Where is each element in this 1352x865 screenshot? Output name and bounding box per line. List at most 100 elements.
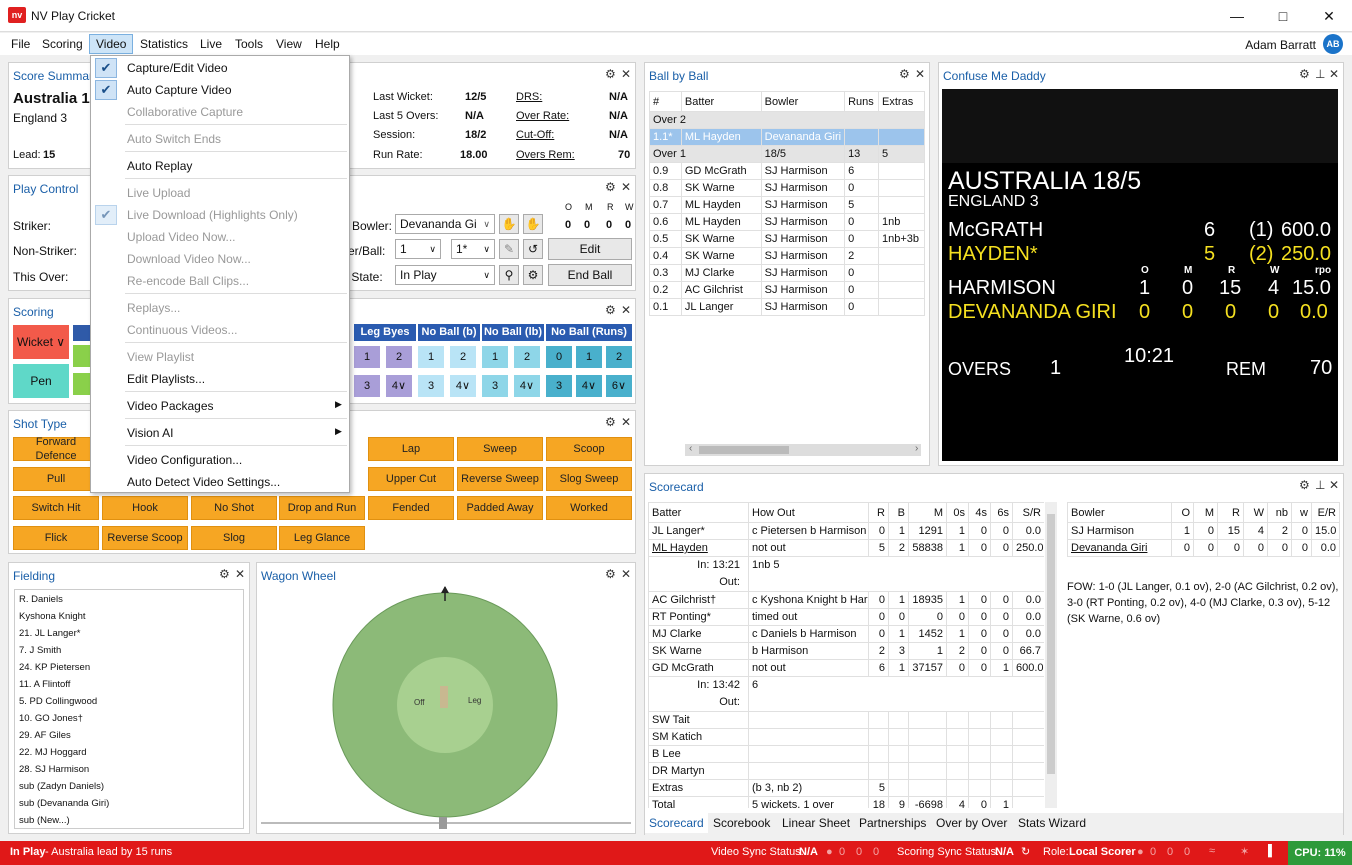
close-icon[interactable]: ✕: [235, 567, 245, 581]
tab-partnerships[interactable]: Partnerships: [859, 816, 926, 830]
table-row[interactable]: 0.1 JL Langer SJ Harmison 0: [649, 298, 925, 316]
close-window-icon[interactable]: ✕: [1306, 0, 1352, 32]
col-header[interactable]: Bowler: [1067, 502, 1172, 523]
scroll-left-icon[interactable]: ‹: [689, 443, 692, 454]
menu-item-auto-replay[interactable]: Auto Replay: [127, 159, 192, 173]
leg-bye-1-button[interactable]: 1: [354, 346, 380, 368]
menu-item-auto-detect-video-settings[interactable]: Auto Detect Video Settings...: [127, 475, 280, 489]
close-icon[interactable]: ✕: [1329, 478, 1339, 492]
fielder-item[interactable]: Kyshona Knight: [19, 611, 86, 622]
nb-lb-4-button[interactable]: 4∨: [514, 375, 540, 397]
gear-icon[interactable]: ⚙: [605, 567, 616, 581]
leg-bye-4-button[interactable]: 4∨: [386, 375, 412, 397]
col-header[interactable]: M: [1193, 502, 1218, 523]
tab-stats-wizard[interactable]: Stats Wizard: [1018, 816, 1086, 830]
col-header[interactable]: How Out: [748, 502, 869, 523]
col-header[interactable]: #: [649, 91, 682, 112]
leg-bye-3-button[interactable]: 3: [354, 375, 380, 397]
nb-runs-6-button[interactable]: 6∨: [606, 375, 632, 397]
nb-b-1-button[interactable]: 1: [418, 346, 444, 368]
menu-help[interactable]: Help: [315, 37, 340, 51]
menu-item-collaborative-capture[interactable]: Collaborative Capture: [127, 105, 243, 119]
menu-scoring[interactable]: Scoring: [42, 37, 83, 51]
gear-icon[interactable]: ⚙: [1299, 67, 1310, 81]
table-row[interactable]: RT Ponting* timed out 0 0 0 0 0 0 0.0: [648, 608, 1044, 626]
gear-icon[interactable]: ⚙: [605, 303, 616, 317]
menu-item-edit-playlists[interactable]: Edit Playlists...: [127, 372, 205, 386]
nb-runs-0-button[interactable]: 0: [546, 346, 572, 368]
col-header[interactable]: Batter: [648, 502, 749, 523]
gear-icon[interactable]: ⚙: [899, 67, 910, 81]
col-header[interactable]: W: [1243, 502, 1268, 523]
col-header[interactable]: R: [868, 502, 889, 523]
nb-runs-1-button[interactable]: 1: [576, 346, 602, 368]
menu-item-auto-capture-video[interactable]: Auto Capture Video: [127, 83, 232, 97]
drs-link[interactable]: DRS:: [516, 91, 542, 103]
shot-lap[interactable]: Lap: [368, 437, 454, 461]
close-icon[interactable]: ✕: [621, 303, 631, 317]
gear-icon[interactable]: ⚙: [605, 415, 616, 429]
nb-lb-1-button[interactable]: 1: [482, 346, 508, 368]
table-row[interactable]: SM Katich: [648, 728, 1044, 746]
menu-video[interactable]: Video: [89, 34, 134, 54]
nb-b-2-button[interactable]: 2: [450, 346, 476, 368]
menu-item-live-upload[interactable]: Live Upload: [127, 186, 190, 200]
leg-bye-2-button[interactable]: 2: [386, 346, 412, 368]
fielder-item[interactable]: 22. MJ Hoggard: [19, 747, 87, 758]
edit-icon[interactable]: ✎: [499, 239, 519, 259]
table-row[interactable]: Devananda Giri 0 0 0 0 0 0 0.0: [1067, 539, 1340, 557]
over-select[interactable]: 1 ∨: [395, 239, 441, 259]
menu-item-replays[interactable]: Replays...: [127, 301, 180, 315]
fielder-item[interactable]: 28. SJ Harmison: [19, 764, 89, 775]
close-icon[interactable]: ✕: [621, 415, 631, 429]
nb-b-3-button[interactable]: 3: [418, 375, 444, 397]
menu-item-live-download[interactable]: Live Download (Highlights Only): [127, 208, 298, 222]
menu-item-video-packages[interactable]: Video Packages: [127, 399, 214, 413]
fielder-item[interactable]: sub (Zadyn Daniels): [19, 781, 104, 792]
maximize-icon[interactable]: □: [1260, 0, 1306, 32]
shot-hook[interactable]: Hook: [102, 496, 188, 520]
col-header[interactable]: E/R: [1311, 502, 1340, 523]
menu-tools[interactable]: Tools: [235, 37, 263, 51]
table-row[interactable]: 1.1* ML Hayden Devananda Giri: [649, 128, 925, 146]
wicket-button[interactable]: Wicket ∨: [13, 325, 69, 359]
shot-scoop[interactable]: Scoop: [546, 437, 632, 461]
table-row[interactable]: SW Tait: [648, 711, 1044, 729]
slider-thumb[interactable]: [439, 817, 447, 829]
table-row[interactable]: MJ Clarke c Daniels b Harmison 0 1 1452 1 0 0 0.…: [648, 625, 1044, 643]
col-header[interactable]: 0s: [946, 502, 969, 523]
shot-slog[interactable]: Slog: [191, 526, 277, 550]
undo-icon[interactable]: ↺: [523, 239, 543, 259]
table-row[interactable]: ML Hayden not out 5 2 58838 1 0 0 250.0: [648, 539, 1044, 557]
col-header[interactable]: O: [1171, 502, 1194, 523]
col-header[interactable]: Extras: [878, 91, 925, 112]
fielder-item[interactable]: 24. KP Pietersen: [19, 662, 90, 673]
menu-item-continuous-videos[interactable]: Continuous Videos...: [127, 323, 238, 337]
shot-forward-defence[interactable]: Forward Defence: [13, 436, 99, 462]
gear-icon[interactable]: ⚙: [605, 180, 616, 194]
shot-no-shot[interactable]: No Shot: [191, 496, 277, 520]
tab-scorebook[interactable]: Scorebook: [713, 816, 770, 830]
pin-icon[interactable]: ⊥: [1315, 478, 1325, 492]
shot-pull[interactable]: Pull: [13, 467, 99, 491]
tab-scorecard[interactable]: Scorecard: [645, 813, 708, 833]
shot-upper-cut[interactable]: Upper Cut: [368, 467, 454, 491]
menu-item-auto-switch-ends[interactable]: Auto Switch Ends: [127, 132, 221, 146]
table-row[interactable]: 0.6 ML Hayden SJ Harmison 0 1nb: [649, 213, 925, 231]
play-state-select[interactable]: In Play ∨: [395, 265, 495, 285]
fielder-item[interactable]: 11. A Flintoff: [19, 679, 70, 690]
avatar[interactable]: AB: [1323, 34, 1343, 54]
tab-linear-sheet[interactable]: Linear Sheet: [782, 816, 850, 830]
fielder-item[interactable]: 10. GO Jones†: [19, 713, 83, 724]
fielder-item[interactable]: 21. JL Langer*: [19, 628, 80, 639]
nb-b-4-button[interactable]: 4∨: [450, 375, 476, 397]
menu-live[interactable]: Live: [200, 37, 222, 51]
shot-switch-hit[interactable]: Switch Hit: [13, 496, 99, 520]
col-header[interactable]: Bowler: [760, 91, 846, 112]
menu-item-view-playlist[interactable]: View Playlist: [127, 350, 194, 364]
end-ball-button[interactable]: End Ball: [548, 264, 632, 286]
menu-item-video-configuration[interactable]: Video Configuration...: [127, 453, 242, 467]
shot-reverse-sweep[interactable]: Reverse Sweep: [457, 467, 543, 491]
col-header[interactable]: B: [888, 502, 909, 523]
minimize-icon[interactable]: —: [1214, 0, 1260, 32]
